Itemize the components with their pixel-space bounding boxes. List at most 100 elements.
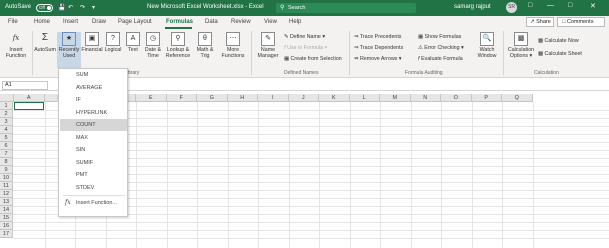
row-header[interactable]: 9 xyxy=(0,166,13,174)
column-header[interactable]: F xyxy=(166,94,197,102)
row-header[interactable]: 16 xyxy=(0,222,13,230)
tab-help[interactable]: Help xyxy=(289,19,301,25)
selected-cell[interactable] xyxy=(14,102,44,110)
logical-button[interactable]: ? Logical xyxy=(103,32,123,53)
menu-item-count[interactable]: COUNT xyxy=(60,119,127,131)
tab-data[interactable]: Data xyxy=(205,19,218,25)
recently-used-button[interactable]: ★ Recently Used xyxy=(57,32,81,68)
avatar[interactable]: SR xyxy=(506,2,517,13)
menu-item-stdev[interactable]: STDEV xyxy=(60,182,127,194)
date-time-button[interactable]: ◷ Date & Time xyxy=(142,32,164,59)
column-header[interactable]: J xyxy=(288,94,319,102)
search-box[interactable]: ⚲ Search xyxy=(276,3,416,13)
menu-item-hyperlink[interactable]: HYPERLINK xyxy=(60,107,127,119)
name-manager-button[interactable]: ✎ Name Manager xyxy=(254,32,282,59)
text-button[interactable]: A Text xyxy=(124,32,142,53)
group-label-defined-names: Defined Names xyxy=(284,70,319,76)
row-header[interactable]: 14 xyxy=(0,206,13,214)
row-header[interactable]: 12 xyxy=(0,190,13,198)
tab-home[interactable]: Home xyxy=(34,19,50,25)
select-all-corner[interactable] xyxy=(0,94,14,102)
financial-button[interactable]: ▣ Financial xyxy=(81,32,103,53)
column-header[interactable]: K xyxy=(319,94,350,102)
comments-button[interactable]: □ Comments xyxy=(557,17,605,27)
insert-function-button[interactable]: fx Insert Function xyxy=(2,32,30,59)
column-header[interactable]: G xyxy=(197,94,228,102)
use-in-formula-button[interactable]: 𝑓 Use in Formula ▾ xyxy=(284,45,327,52)
column-header[interactable]: M xyxy=(380,94,411,102)
menu-item-if[interactable]: IF xyxy=(60,94,127,106)
trace-precedents-button[interactable]: ⇒ Trace Precedents xyxy=(354,34,401,40)
evaluate-formula-button[interactable]: 𝑓 Evaluate Formula xyxy=(418,56,463,63)
row-header[interactable]: 10 xyxy=(0,174,13,182)
watch-window-button[interactable]: 🔍 Watch Window xyxy=(474,32,500,59)
tab-file[interactable]: File xyxy=(8,19,18,25)
theta-icon: θ xyxy=(198,32,212,46)
share-button[interactable]: ↗ Share xyxy=(526,17,554,27)
row-header[interactable]: 6 xyxy=(0,142,13,150)
calculation-options-button[interactable]: ▩ Calculation Options ▾ xyxy=(506,32,536,59)
menu-item-max[interactable]: MAX xyxy=(60,132,127,144)
more-functions-button[interactable]: ⋯ More Functions xyxy=(218,32,248,59)
column-header[interactable]: I xyxy=(258,94,289,102)
column-header[interactable]: L xyxy=(349,94,380,102)
calculate-sheet-icon: ▩ xyxy=(538,51,544,57)
autosum-button[interactable]: Σ AutoSum xyxy=(34,32,56,53)
minimize-icon[interactable]: — xyxy=(547,2,554,9)
column-header[interactable]: N xyxy=(410,94,441,102)
remove-arrows-button[interactable]: ⇏ Remove Arrows ▾ xyxy=(354,56,401,62)
save-icon[interactable]: 💾 xyxy=(58,4,65,11)
math-trig-button[interactable]: θ Math & Trig xyxy=(193,32,217,59)
tab-insert[interactable]: Insert xyxy=(63,19,78,25)
row-header[interactable]: 2 xyxy=(0,110,13,118)
fx-icon: fx xyxy=(12,34,20,42)
row-header[interactable]: 1 xyxy=(0,102,13,110)
tab-draw[interactable]: Draw xyxy=(92,19,106,25)
menu-item-insert-function[interactable]: fx Insert Function... xyxy=(60,197,127,209)
menu-item-average[interactable]: AVERAGE xyxy=(60,82,127,94)
customize-qat-icon[interactable]: ▾ xyxy=(92,4,95,11)
calculate-sheet-button[interactable]: ▩ Calculate Sheet xyxy=(538,51,582,57)
menu-item-sin[interactable]: SIN xyxy=(60,144,127,156)
menu-item-pmt[interactable]: PMT xyxy=(60,169,127,181)
tab-view[interactable]: View xyxy=(264,19,277,25)
tab-page-layout[interactable]: Page Layout xyxy=(118,19,152,25)
row-header[interactable]: 8 xyxy=(0,158,13,166)
text-icon: A xyxy=(126,32,140,46)
autosave-toggle[interactable]: Off xyxy=(36,4,53,12)
define-name-button[interactable]: ✎ Define Name ▾ xyxy=(284,34,325,40)
row-header[interactable]: 3 xyxy=(0,118,13,126)
error-checking-button[interactable]: ⚠ Error Checking ▾ xyxy=(418,45,464,51)
show-formulas-button[interactable]: ▦ Show Formulas xyxy=(418,34,461,40)
row-header[interactable]: 4 xyxy=(0,126,13,134)
column-header[interactable]: A xyxy=(14,94,45,102)
tab-formulas[interactable]: Formulas xyxy=(166,19,193,25)
tab-review[interactable]: Review xyxy=(231,19,251,25)
column-header[interactable]: H xyxy=(227,94,258,102)
user-name[interactable]: samarg rajput xyxy=(454,4,491,10)
column-header[interactable]: E xyxy=(136,94,167,102)
undo-icon[interactable]: ↶ xyxy=(68,4,73,11)
trace-dependents-button[interactable]: ⇒ Trace Dependents xyxy=(354,45,403,51)
row-header[interactable]: 11 xyxy=(0,182,13,190)
row-header[interactable]: 15 xyxy=(0,214,13,222)
row-header[interactable]: 5 xyxy=(0,134,13,142)
menu-item-sumif[interactable]: SUMIF xyxy=(60,157,127,169)
redo-icon[interactable]: ↷ xyxy=(80,4,85,11)
calculate-now-button[interactable]: ▩ Calculate Now xyxy=(538,38,579,44)
close-icon[interactable]: ✕ xyxy=(590,2,596,10)
column-header[interactable]: O xyxy=(441,94,472,102)
create-from-selection-button[interactable]: ▦ Create from Selection xyxy=(284,56,342,62)
row-header[interactable]: 13 xyxy=(0,198,13,206)
column-header[interactable]: Q xyxy=(502,94,533,102)
name-box[interactable]: A1 xyxy=(2,81,48,90)
lookup-reference-button[interactable]: ⚲ Lookup & Reference xyxy=(164,32,192,59)
row-header[interactable]: 7 xyxy=(0,150,13,158)
ribbon-display-icon[interactable]: □ xyxy=(528,2,532,9)
row-header[interactable]: 17 xyxy=(0,230,13,238)
menu-separator xyxy=(63,195,125,196)
maximize-icon[interactable]: □ xyxy=(568,2,572,9)
group-label-formula-auditing: Formula Auditing xyxy=(405,70,443,76)
menu-item-sum[interactable]: SUM xyxy=(60,69,127,81)
column-header[interactable]: P xyxy=(471,94,502,102)
